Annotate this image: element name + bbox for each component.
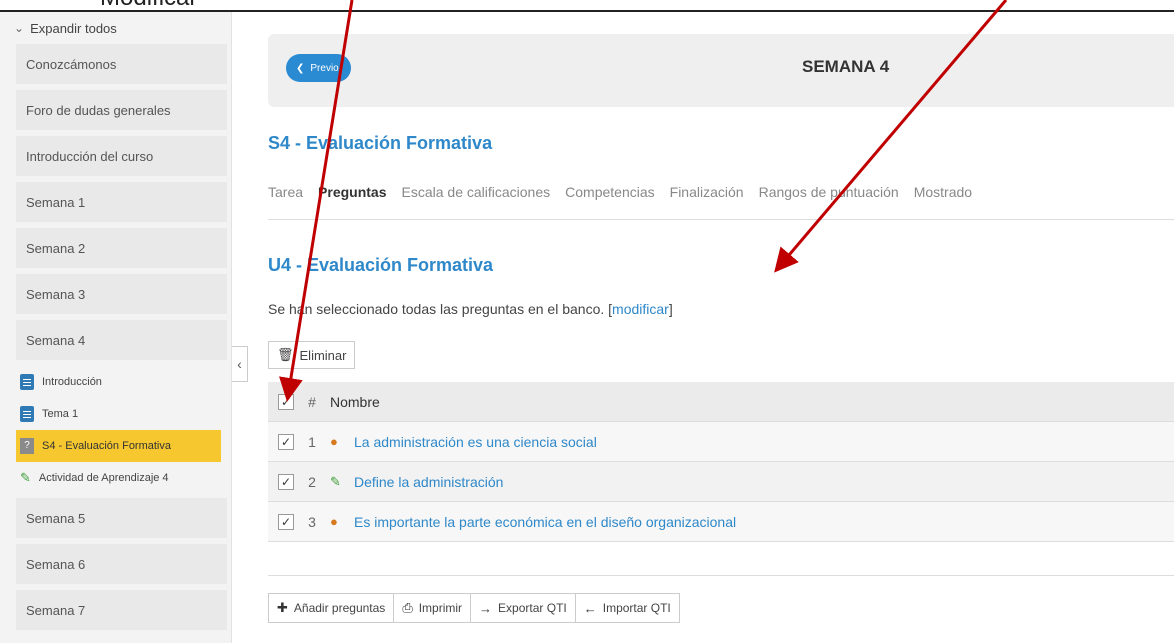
row-number: 3 <box>308 513 316 530</box>
question-link[interactable]: Es importante la parte económica en el d… <box>354 514 736 530</box>
sidebar-subitem-label: Tema 1 <box>42 408 79 420</box>
trash-icon: 🗑 <box>277 347 294 362</box>
multiple-choice-icon: ● <box>330 514 338 529</box>
sidebar-subitem-tema-1[interactable]: Tema 1 <box>16 398 231 430</box>
sidebar-item-foro-dudas[interactable]: Foro de dudas generales <box>16 90 227 130</box>
delete-label: Eliminar <box>299 347 347 363</box>
sidebar-subitem-evaluacion-formativa[interactable]: ? S4 - Evaluación Formativa <box>16 430 221 462</box>
expand-all-label: Expandir todos <box>30 20 117 36</box>
bank-info-text: Se han seleccionado todas las preguntas … <box>268 301 605 317</box>
previous-label: Previo <box>310 62 339 74</box>
arrow-right-icon: → <box>479 600 493 616</box>
delete-button[interactable]: 🗑 Eliminar <box>268 341 356 369</box>
question-bank-info: Se han seleccionado todas las preguntas … <box>268 301 673 317</box>
activity-title: S4 - Evaluación Formativa <box>268 133 493 153</box>
document-icon <box>20 374 34 390</box>
top-strip: Modificar <box>0 0 1174 12</box>
add-questions-button[interactable]: ✚ Añadir preguntas <box>269 594 395 622</box>
pencil-icon: ✎ <box>20 470 31 485</box>
activity-tabs: Tarea Preguntas Escala de calificaciones… <box>268 184 987 200</box>
table-header-row: ✓ # Nombre <box>268 382 1174 422</box>
sidebar-subitem-actividad-4[interactable]: ✎ Actividad de Aprendizaje 4 <box>16 462 231 494</box>
import-qti-label: Importar QTI <box>602 601 671 615</box>
expand-all-button[interactable]: ⌄ Expandir todos <box>0 12 231 44</box>
week-title: SEMANA 4 <box>802 57 890 76</box>
table-row: ✓ 2 ✎ Define la administración <box>268 462 1174 502</box>
tab-competencias[interactable]: Competencias <box>565 184 655 200</box>
row-checkbox[interactable]: ✓ <box>278 473 294 490</box>
select-all-checkbox[interactable]: ✓ <box>278 393 294 410</box>
export-qti-button[interactable]: → Exportar QTI <box>471 594 576 622</box>
chevron-down-icon: ⌄ <box>14 21 25 35</box>
print-button[interactable]: ⎙ Imprimir <box>394 594 472 622</box>
table-row: ✓ 3 ● Es importante la parte económica e… <box>268 502 1174 542</box>
sidebar-item-semana-6[interactable]: Semana 6 <box>16 544 227 584</box>
column-header-name: Nombre <box>330 393 380 410</box>
row-checkbox[interactable]: ✓ <box>278 433 294 450</box>
question-bank-title: U4 - Evaluación Formativa <box>268 255 494 275</box>
add-questions-label: Añadir preguntas <box>293 601 386 615</box>
previous-button[interactable]: ❮ Previo <box>286 54 351 82</box>
plus-icon: ✚ <box>277 600 288 615</box>
tabs-divider <box>268 219 1174 220</box>
sidebar-item-semana-2[interactable]: Semana 2 <box>16 228 227 268</box>
sidebar-item-conozcamonos[interactable]: Conozcámonos <box>16 44 227 84</box>
bottom-divider <box>268 575 1174 576</box>
tab-rangos-puntuacion[interactable]: Rangos de puntuación <box>759 184 899 200</box>
tab-tarea[interactable]: Tarea <box>268 184 303 200</box>
column-header-number: # <box>308 393 316 410</box>
bracket-close: ] <box>668 301 673 317</box>
bottom-toolbar: ✚ Añadir preguntas ⎙ Imprimir → Exportar… <box>268 593 680 623</box>
quiz-icon: ? <box>20 438 34 454</box>
question-link[interactable]: La administración es una ciencia social <box>354 434 597 450</box>
sidebar-subitem-label: Actividad de Aprendizaje 4 <box>38 472 169 484</box>
tab-mostrado[interactable]: Mostrado <box>914 184 972 200</box>
questions-table: ✓ # Nombre ✓ 1 ● La administración es un… <box>268 382 1174 542</box>
app-root: Modificar ⌄ Expandir todos Conozcámonos … <box>0 0 1174 643</box>
tab-finalizacion[interactable]: Finalización <box>670 184 744 200</box>
sidebar-item-semana-4[interactable]: Semana 4 <box>16 320 227 360</box>
tab-escala-calificaciones[interactable]: Escala de calificaciones <box>402 184 551 200</box>
row-number: 1 <box>308 433 316 450</box>
top-cut-label: Modificar <box>100 0 197 10</box>
arrow-left-icon: ← <box>583 600 597 616</box>
question-link[interactable]: Define la administración <box>354 474 503 490</box>
sidebar-subitem-introduccion[interactable]: Introducción <box>16 366 231 398</box>
essay-pencil-icon: ✎ <box>330 473 341 489</box>
import-qti-button[interactable]: ← Importar QTI <box>576 594 679 622</box>
print-label: Imprimir <box>418 601 463 615</box>
collapse-sidebar-button[interactable]: ‹ <box>232 346 248 382</box>
document-icon <box>20 406 34 422</box>
chevron-left-icon: ‹ <box>237 356 242 372</box>
modify-link[interactable]: modificar <box>612 301 669 317</box>
sidebar-item-semana-5[interactable]: Semana 5 <box>16 498 227 538</box>
table-row: ✓ 1 ● La administración es una ciencia s… <box>268 422 1174 462</box>
printer-icon: ⎙ <box>402 600 413 615</box>
multiple-choice-icon: ● <box>330 434 338 449</box>
sidebar-subitem-label: S4 - Evaluación Formativa <box>42 440 171 452</box>
export-qti-label: Exportar QTI <box>498 601 567 615</box>
course-sidebar: ⌄ Expandir todos Conozcámonos Foro de du… <box>0 12 232 643</box>
sidebar-subitem-label: Introducción <box>42 376 102 388</box>
sidebar-item-introduccion-curso[interactable]: Introducción del curso <box>16 136 227 176</box>
sidebar-item-semana-1[interactable]: Semana 1 <box>16 182 227 222</box>
row-number: 2 <box>308 473 316 490</box>
row-checkbox[interactable]: ✓ <box>278 513 294 530</box>
sidebar-item-semana-7[interactable]: Semana 7 <box>16 590 227 630</box>
chevron-left-icon: ❮ <box>296 62 305 74</box>
sidebar-item-semana-3[interactable]: Semana 3 <box>16 274 227 314</box>
week-header: ❮ Previo SEMANA 4 <box>268 34 1174 107</box>
tab-preguntas[interactable]: Preguntas <box>318 184 386 200</box>
